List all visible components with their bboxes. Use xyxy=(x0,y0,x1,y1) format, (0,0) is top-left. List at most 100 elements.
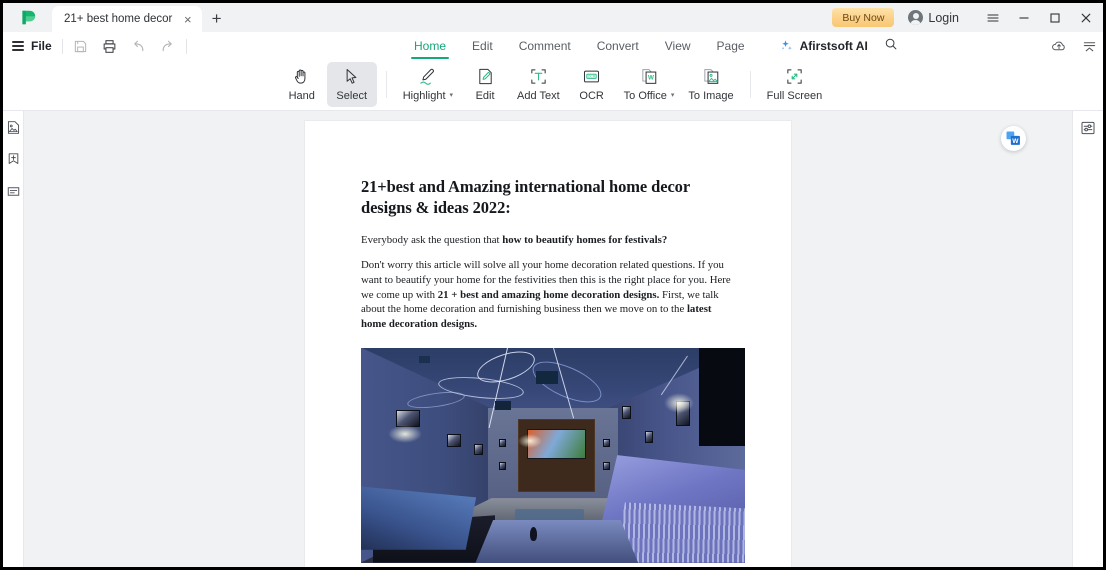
tool-to-office-label: To Office ▾ xyxy=(624,90,675,102)
word-convert-icon: W xyxy=(1006,131,1020,145)
tool-to-image[interactable]: To Image xyxy=(681,62,740,107)
thumbnail-panel-icon[interactable] xyxy=(6,120,21,135)
document-tab-label: 21+ best home decor d... xyxy=(64,13,176,25)
bookmark-add-icon[interactable] xyxy=(6,152,21,167)
file-menu-button[interactable]: File xyxy=(3,39,52,53)
document-image xyxy=(361,347,745,563)
toolbar-divider-1 xyxy=(385,70,387,98)
redo-icon[interactable] xyxy=(160,38,176,54)
ribbon-tab-comment[interactable]: Comment xyxy=(506,32,584,60)
menu-divider-1 xyxy=(61,38,63,54)
to-image-icon xyxy=(702,67,721,87)
file-menu-icon xyxy=(12,41,24,51)
tool-highlight-label: Highlight ▾ xyxy=(403,90,453,102)
close-window-button[interactable] xyxy=(1070,3,1101,32)
undo-icon[interactable] xyxy=(131,38,147,54)
account-avatar-icon xyxy=(908,10,924,25)
edit-page-icon xyxy=(476,67,495,87)
buy-now-button[interactable]: Buy Now xyxy=(832,8,895,27)
afirstsoft-ai-button[interactable]: Afirstsoft AI xyxy=(780,39,868,53)
workspace: W 21+best and Amazing international home… xyxy=(3,111,1103,567)
toolbar-divider-2 xyxy=(749,70,751,98)
to-office-icon: W xyxy=(640,67,659,87)
tool-full-screen-label: Full Screen xyxy=(766,89,823,102)
add-text-icon xyxy=(529,67,548,87)
ribbon-tab-page[interactable]: Page xyxy=(704,32,758,60)
document-question-prefix: Everybody ask the question that xyxy=(361,234,503,247)
tool-hand[interactable]: Hand xyxy=(277,62,327,107)
ribbon-tab-view[interactable]: View xyxy=(652,32,704,60)
tool-ocr-label: OCR xyxy=(579,89,604,102)
title-bar: 21+ best home decor d... × + Buy Now Log… xyxy=(3,3,1103,32)
tool-select[interactable]: Select xyxy=(326,61,377,107)
svg-text:W: W xyxy=(1012,138,1019,145)
annotation-list-icon[interactable] xyxy=(6,184,21,199)
maximize-button[interactable] xyxy=(1039,3,1070,32)
properties-panel-icon[interactable] xyxy=(1080,120,1096,136)
close-tab-icon[interactable]: × xyxy=(182,13,194,26)
menu-divider-2 xyxy=(185,38,187,54)
document-canvas[interactable]: W 21+best and Amazing international home… xyxy=(24,111,1072,567)
search-icon[interactable] xyxy=(884,37,898,56)
document-tab[interactable]: 21+ best home decor d... × xyxy=(52,6,202,32)
document-heading: 21+best and Amazing international home d… xyxy=(361,177,690,218)
app-logo xyxy=(3,3,52,32)
afirstsoft-p-logo-icon xyxy=(22,10,36,25)
title-bar-right-group: Buy Now Login xyxy=(832,3,1103,32)
ribbon-tab-home[interactable]: Home xyxy=(401,32,459,60)
tool-ocr[interactable]: OCR OCR xyxy=(567,62,617,107)
chevron-down-icon[interactable]: ▾ xyxy=(671,92,675,99)
application-window: 21+ best home decor d... × + Buy Now Log… xyxy=(0,0,1106,570)
afirstsoft-ai-label: Afirstsoft AI xyxy=(799,39,868,53)
hamburger-menu-icon xyxy=(986,13,999,22)
ribbon-tab-edit[interactable]: Edit xyxy=(459,32,506,60)
left-sidebar xyxy=(3,111,24,567)
tool-hand-label: Hand xyxy=(288,89,315,102)
tool-add-text[interactable]: Add Text xyxy=(510,62,567,107)
document-question: Everybody ask the question that how to b… xyxy=(361,234,735,246)
cloud-upload-icon[interactable] xyxy=(1051,38,1067,54)
document-question-bold: how to beautify homes for festivals? xyxy=(502,234,668,247)
tool-to-office-text: To Office xyxy=(623,89,667,102)
print-icon[interactable] xyxy=(102,38,118,54)
convert-to-word-floating-button[interactable]: W xyxy=(1001,126,1026,151)
full-screen-icon xyxy=(785,67,804,87)
ocr-icon: OCR xyxy=(582,67,601,87)
highlight-pen-icon xyxy=(418,67,437,87)
main-toolbar: Hand Select Highlight ▾ Edit Add Text OC… xyxy=(3,60,1103,111)
minimize-icon xyxy=(1019,16,1028,19)
cursor-arrow-icon xyxy=(342,67,361,87)
hand-icon xyxy=(292,67,311,87)
tool-highlight[interactable]: Highlight ▾ xyxy=(396,62,460,107)
ribbon-tabs: Home Edit Comment Convert View Page Afir… xyxy=(401,32,898,60)
document-paragraph: Don't worry this article will solve all … xyxy=(361,258,735,331)
login-label: Login xyxy=(928,10,959,25)
tool-highlight-text: Highlight xyxy=(402,89,446,102)
tool-edit-label: Edit xyxy=(475,89,495,102)
right-sidebar xyxy=(1072,111,1103,567)
close-icon xyxy=(1081,13,1090,22)
tool-full-screen[interactable]: Full Screen xyxy=(760,62,830,107)
svg-text:W: W xyxy=(647,75,653,82)
tool-add-text-label: Add Text xyxy=(517,89,560,102)
menu-bar-right-group xyxy=(1051,32,1097,60)
collapse-ribbon-icon[interactable] xyxy=(1081,38,1097,54)
ribbon-tab-convert[interactable]: Convert xyxy=(584,32,652,60)
ai-sparkle-icon xyxy=(781,40,792,51)
svg-text:OCR: OCR xyxy=(588,75,596,79)
new-tab-button[interactable]: + xyxy=(202,6,232,32)
window-menu-button[interactable] xyxy=(977,3,1008,32)
menu-bar: File Home Edit Comment Convert View Page… xyxy=(3,32,1103,60)
tool-select-label: Select xyxy=(336,89,367,102)
file-menu-label: File xyxy=(31,39,52,53)
pdf-page[interactable]: 21+best and Amazing international home d… xyxy=(305,121,791,567)
tool-to-office[interactable]: W To Office ▾ xyxy=(617,62,682,107)
minimize-button[interactable] xyxy=(1008,3,1039,32)
paragraph-run-2: 21 + best and amazing home decoration de… xyxy=(437,288,660,301)
tool-to-image-label: To Image xyxy=(688,89,734,102)
save-icon[interactable] xyxy=(73,38,89,54)
tool-edit[interactable]: Edit xyxy=(460,62,510,107)
quick-access-toolbar xyxy=(73,38,176,54)
login-button[interactable]: Login xyxy=(908,10,959,25)
chevron-down-icon[interactable]: ▾ xyxy=(450,92,454,99)
